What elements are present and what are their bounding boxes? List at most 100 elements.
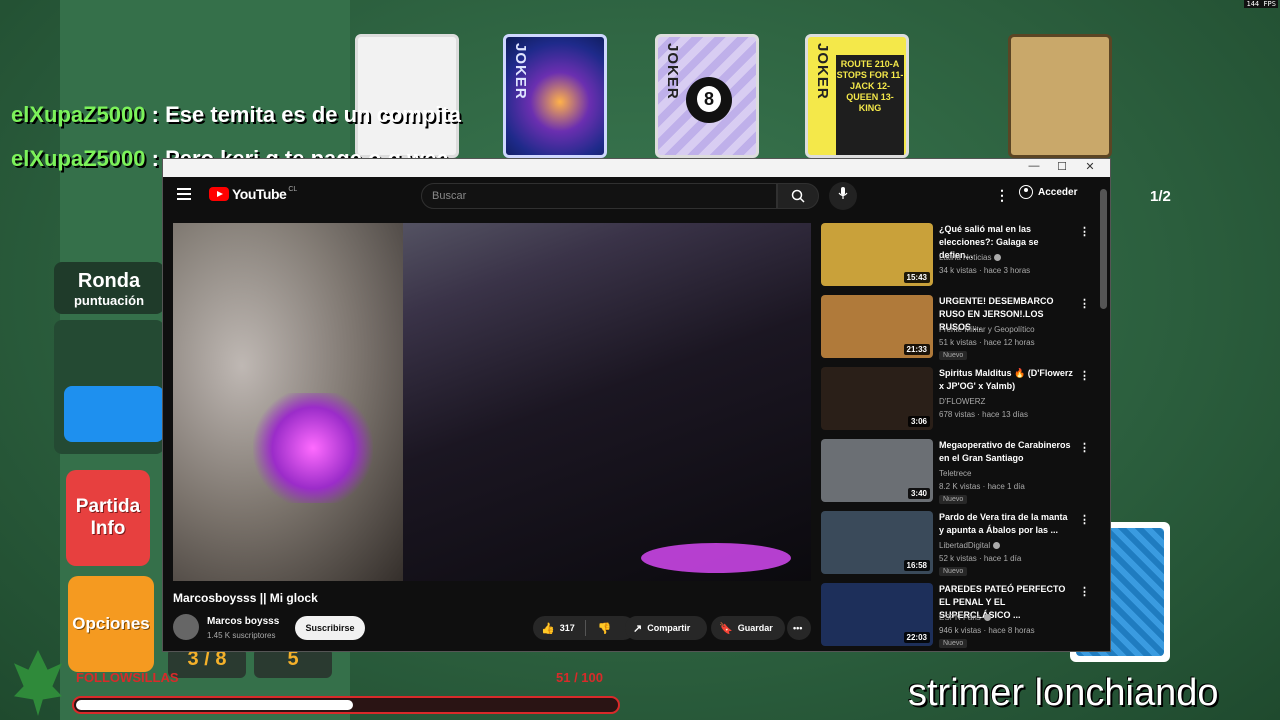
round-score-box: Ronda puntuación: [54, 262, 164, 314]
joker-label: JOKER: [664, 43, 681, 100]
recommendation-channel: ESPN Fans: [939, 613, 991, 622]
video-thumbnail[interactable]: 21:33: [821, 295, 933, 358]
video-player[interactable]: [173, 223, 811, 581]
recommendation-item[interactable]: 22:03 PAREDES PATEÓ PERFECTO EL PENAL Y E…: [821, 583, 1091, 649]
subscriber-count: 1.45 K suscriptores: [207, 631, 276, 640]
recommendation-title[interactable]: Pardo de Vera tira de la manta y apunta …: [939, 511, 1075, 537]
minimize-button[interactable]: —: [1020, 160, 1048, 172]
recommendation-title[interactable]: Megaoperativo de Carabineros en el Gran …: [939, 439, 1075, 465]
eight-ball-icon: 8: [686, 77, 732, 123]
more-actions-button[interactable]: •••: [787, 616, 811, 640]
joker-card-5[interactable]: [1008, 34, 1112, 158]
channel-label: D'FLOWERZ: [939, 397, 986, 406]
video-duration: 22:03: [903, 632, 930, 643]
maximize-button[interactable]: ☐: [1048, 160, 1076, 173]
verified-icon: [994, 254, 1002, 262]
save-label: Guardar: [737, 623, 773, 633]
signin-button[interactable]: Acceder: [1019, 185, 1077, 199]
search-button[interactable]: [777, 183, 819, 209]
joker-card-2[interactable]: JOKER: [503, 34, 607, 158]
recommendation-item[interactable]: 21:33 URGENTE! DESEMBARCO RUSO EN JERSON!…: [821, 295, 1091, 361]
divider: [584, 620, 586, 636]
recommendation-title[interactable]: Spiritus Malditus 🔥 (D'Flowerz x JP'OG' …: [939, 367, 1075, 393]
recommendation-meta: 34 k vistas · hace 3 horas: [939, 266, 1031, 275]
recommendation-menu-icon[interactable]: ⋮: [1079, 513, 1090, 526]
blue-action-button[interactable]: [64, 386, 164, 442]
joker-label: JOKER: [814, 43, 831, 100]
streamer-caption: strimer lonchiando: [908, 672, 1219, 714]
country-code: CL: [288, 186, 298, 193]
logo-text: YouTube: [232, 186, 287, 202]
youtube-logo[interactable]: YouTube CL: [209, 186, 297, 202]
close-button[interactable]: ✕: [1076, 160, 1104, 173]
recommendation-item[interactable]: 15:43 ¿Qué salió mal en las elecciones?: …: [821, 223, 1091, 289]
search-input[interactable]: Buscar: [421, 183, 777, 209]
recommendation-meta: 946 k vistas · hace 8 horas: [939, 626, 1035, 635]
joker-card-4[interactable]: JOKER ROUTE 210-A STOPS FOR 11-JACK 12-QU…: [805, 34, 909, 158]
video-thumbnail[interactable]: 22:03: [821, 583, 933, 646]
round-label: Ronda: [77, 270, 141, 292]
fps-counter: 144 FPS: [1244, 0, 1278, 8]
recommendation-menu-icon[interactable]: ⋮: [1079, 297, 1090, 310]
signin-label: Acceder: [1038, 186, 1078, 198]
follow-goal-fill: [76, 700, 354, 710]
video-duration: 3:40: [907, 488, 930, 499]
partida-label: Partida: [75, 496, 141, 517]
scrollbar[interactable]: [1100, 189, 1107, 309]
joker-card-1[interactable]: [355, 34, 459, 158]
partida-info-button[interactable]: Partida Info: [66, 470, 150, 566]
share-label: Compartir: [647, 623, 691, 633]
verified-icon: [983, 614, 991, 622]
video-thumbnail[interactable]: 15:43: [821, 223, 933, 286]
video-thumbnail[interactable]: 3:40: [821, 439, 933, 502]
verified-icon: [993, 542, 1001, 550]
video-frame-light: [253, 393, 373, 503]
chat-message: elXupaZ5000 : Ese temita es de un compit…: [11, 102, 461, 128]
dislike-icon[interactable]: 👎: [598, 622, 612, 635]
save-button[interactable]: 🔖 Guardar: [711, 616, 785, 640]
recommendation-menu-icon[interactable]: ⋮: [1079, 441, 1090, 454]
channel-label: Frente Militar y Geopolítico: [939, 325, 1035, 334]
recommendation-meta: 678 vistas · hace 13 días: [939, 410, 1028, 419]
chat-username: elXupaZ5000: [11, 102, 146, 127]
recommendation-menu-icon[interactable]: ⋮: [1079, 585, 1090, 598]
channel-avatar[interactable]: [173, 614, 199, 640]
recommendation-meta: 52 k vistas · hace 1 día: [939, 554, 1022, 563]
video-thumbnail[interactable]: 16:58: [821, 511, 933, 574]
recommendation-meta: 51 k vistas · hace 12 horas: [939, 338, 1035, 347]
like-icon[interactable]: 👍: [541, 622, 555, 635]
video-duration: 21:33: [903, 344, 930, 355]
mic-button[interactable]: [829, 182, 857, 210]
new-badge: Nuevo: [939, 567, 968, 576]
new-badge: Nuevo: [939, 495, 968, 504]
recommendation-channel: Frente Militar y Geopolítico: [939, 325, 1035, 334]
channel-name[interactable]: Marcos boysss: [207, 616, 279, 627]
video-duration: 15:43: [903, 272, 930, 283]
menu-icon[interactable]: [177, 188, 191, 200]
share-button[interactable]: ↗ Compartir: [625, 616, 707, 640]
settings-menu-icon[interactable]: ⋮: [995, 187, 1009, 204]
recommendation-menu-icon[interactable]: ⋮: [1079, 225, 1090, 238]
like-count[interactable]: 317: [560, 623, 575, 633]
recommendation-item[interactable]: 3:40 Megaoperativo de Carabineros en el G…: [821, 439, 1091, 505]
discards-counter: 5: [254, 648, 332, 678]
window-titlebar[interactable]: — ☐ ✕: [163, 159, 1110, 177]
search-icon: [791, 189, 805, 203]
channel-label: ESPN Fans: [939, 613, 981, 622]
opciones-button[interactable]: Opciones: [68, 576, 154, 672]
chat-text: : Ese temita es de un compita: [151, 102, 461, 127]
follow-goal-bar: [72, 696, 620, 714]
more-icon: •••: [793, 623, 803, 633]
video-thumbnail[interactable]: 3:06: [821, 367, 933, 430]
new-badge: Nuevo: [939, 639, 968, 648]
joker-card-3[interactable]: JOKER 8: [655, 34, 759, 158]
subscribe-button[interactable]: Suscribirse: [295, 616, 365, 640]
youtube-play-icon: [209, 187, 229, 201]
channel-label: Teletrece: [939, 469, 972, 478]
recommendation-channel: LibertadDigital: [939, 541, 1001, 550]
mic-icon: [838, 187, 848, 199]
recommendation-item[interactable]: 16:58 Pardo de Vera tira de la manta y ap…: [821, 511, 1091, 577]
info-label: Info: [90, 518, 126, 539]
recommendation-item[interactable]: 3:06 Spiritus Malditus 🔥 (D'Flowerz x JP'…: [821, 367, 1091, 433]
recommendation-menu-icon[interactable]: ⋮: [1079, 369, 1090, 382]
